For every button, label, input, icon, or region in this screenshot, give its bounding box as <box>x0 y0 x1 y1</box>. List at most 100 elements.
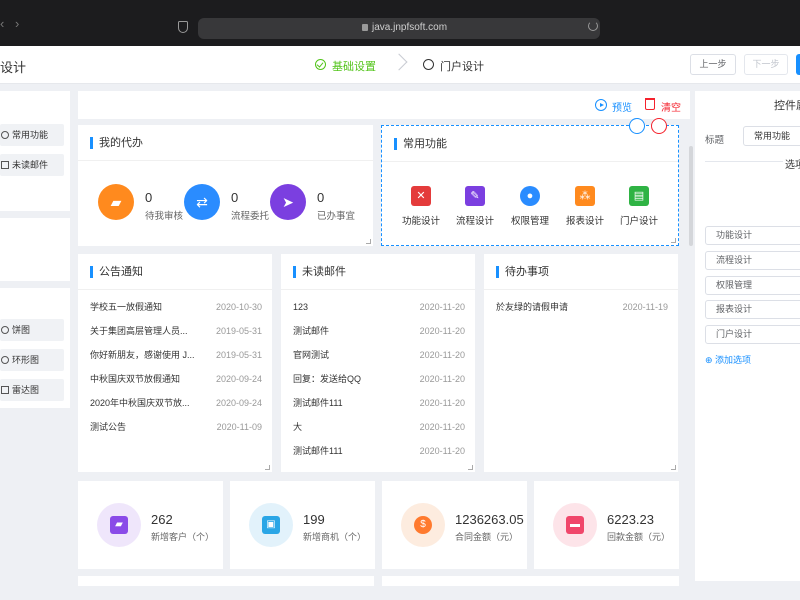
function-design-icon: ✕ <box>411 186 431 206</box>
ring-chart-icon <box>1 356 9 364</box>
resize-handle[interactable] <box>671 238 676 243</box>
preview-button[interactable]: 预览 <box>612 99 632 114</box>
list-item[interactable]: 123 2020-11-20 <box>293 300 465 314</box>
user-key-icon: ● <box>520 186 540 206</box>
list-item[interactable]: 测试公告 2020-11-09 <box>90 420 262 434</box>
card-partial <box>78 576 374 586</box>
mail-icon <box>1 161 9 169</box>
trash-icon[interactable] <box>645 98 655 110</box>
stat-card-contract-amount[interactable]: $ 1236263.05 合同金额（元） <box>382 481 527 569</box>
resize-handle[interactable] <box>265 465 270 470</box>
step-basic-settings[interactable]: 基础设置 <box>332 58 376 74</box>
item-date: 2020-11-20 <box>419 326 465 336</box>
todo-count: 0 <box>317 190 325 205</box>
list-item[interactable]: 官网测试 2020-11-20 <box>293 348 465 362</box>
notice-card[interactable]: 公告通知 学校五一放假通知 2020-10-30 关于集团高层管理人员... 201… <box>78 254 272 472</box>
card-header: 我的代办 <box>78 125 373 161</box>
item-date: 2020-11-19 <box>622 302 668 312</box>
step-portal-design[interactable]: 门户设计 <box>440 58 484 74</box>
item-title: 测试邮件 <box>293 326 330 336</box>
func-report-design[interactable]: ⁂ 报表设计 <box>560 186 610 227</box>
pending-items-card[interactable]: 待办事项 於友绿的请假申请 2020-11-19 <box>484 254 678 472</box>
item-date: 2020-11-20 <box>419 302 465 312</box>
list-item[interactable]: 关于集团高层管理人员... 2019-05-31 <box>90 324 262 338</box>
item-title: 测试公告 <box>90 422 127 432</box>
dollar-icon: $ <box>414 516 432 534</box>
list-item[interactable]: 学校五一放假通知 2020-10-30 <box>90 300 262 314</box>
list-item[interactable]: 於友绿的请假申请 2020-11-19 <box>496 300 668 314</box>
resize-handle[interactable] <box>366 239 371 244</box>
item-title: 2020年中秋国庆双节放... <box>90 398 190 408</box>
add-option-button[interactable]: ⊕ 添加选项 <box>705 353 751 366</box>
unread-mail-card[interactable]: 未读邮件 123 2020-11-20 测试邮件 2020-11-20 官网测试 20… <box>281 254 475 472</box>
item-title: 测试邮件111 <box>293 398 343 408</box>
list-item[interactable]: 中秋国庆双节放假通知 2020-09-24 <box>90 372 262 386</box>
item-date: 2020-11-20 <box>419 398 465 408</box>
list-item[interactable]: 测试邮件 2020-11-20 <box>293 324 465 338</box>
list-item[interactable]: 2020年中秋国庆双节放... 2020-09-24 <box>90 396 262 410</box>
todo-card[interactable]: 我的代办 ▰ 0 待我审核 ⇄ 0 流程委托 ➤ 0 已办事宜 <box>78 125 373 246</box>
list-item[interactable]: 大 2020-11-20 <box>293 420 465 434</box>
check-circle-icon <box>315 59 326 70</box>
component-panel-empty <box>0 218 70 281</box>
reload-icon[interactable] <box>588 21 598 31</box>
prev-step-button[interactable]: 上一步 <box>690 54 736 75</box>
next-step-button[interactable]: 下一步 <box>744 54 788 75</box>
option-input[interactable]: 报表设计 <box>705 300 800 319</box>
stat-label: 新增客户（个） <box>151 532 215 542</box>
options-section-title: 选项 <box>783 156 800 171</box>
handshake-icon: ⇄ <box>184 184 220 220</box>
list-item[interactable]: 测试邮件111 2020-11-20 <box>293 396 465 410</box>
designer-header: 设计 基础设置 门户设计 上一步 下一步 <box>0 46 800 84</box>
card-title: 公告通知 <box>99 266 143 278</box>
browser-toolbar: ‹ › java.jnpfsoft.com <box>0 0 800 46</box>
item-title: 关于集团高层管理人员... <box>90 326 188 336</box>
item-date: 2019-05-31 <box>215 350 262 360</box>
common-functions-card[interactable]: 常用功能 ✕ 功能设计 ✎ 流程设计 ● 权限管理 ⁂ 报表设计 ▤ 门户设计 <box>381 118 679 246</box>
stat-value: 199 <box>303 512 325 527</box>
list-item[interactable]: 你好新朋友，感谢使用 J... 2019-05-31 <box>90 348 262 362</box>
title-input[interactable]: 常用功能 <box>743 126 800 146</box>
component-pie-chart[interactable]: 饼图 <box>0 319 64 341</box>
item-title: 123 <box>293 302 309 312</box>
item-title: 你好新朋友，感谢使用 J... <box>90 350 195 360</box>
stat-card-opportunities[interactable]: ▣ 199 新增商机（个） <box>230 481 375 569</box>
item-title: 於友绿的请假申请 <box>496 302 569 312</box>
copy-icon[interactable] <box>629 118 645 134</box>
option-input[interactable]: 权限管理 <box>705 276 800 295</box>
forward-arrow-icon[interactable]: › <box>15 17 19 30</box>
scrollbar[interactable] <box>689 146 693 246</box>
stat-card-payment-amount[interactable]: ▬ 6223.23 回款金额（元） <box>534 481 679 569</box>
option-input[interactable]: 功能设计 <box>705 226 800 245</box>
play-circle-icon[interactable] <box>595 99 607 111</box>
func-permission[interactable]: ● 权限管理 <box>505 186 555 227</box>
resize-handle[interactable] <box>671 465 676 470</box>
list-item[interactable]: 测试邮件111 2020-11-20 <box>293 444 465 458</box>
card-title: 常用功能 <box>403 138 447 150</box>
item-title: 回复：发送给QQ <box>293 374 362 384</box>
clear-button[interactable]: 清空 <box>661 99 681 114</box>
delete-icon[interactable] <box>651 118 667 134</box>
portal-card-icon: ▤ <box>629 186 649 206</box>
option-input[interactable]: 门户设计 <box>705 325 800 344</box>
func-portal-design[interactable]: ▤ 门户设计 <box>614 186 664 227</box>
stat-card-customers[interactable]: ▰ 262 新增客户（个） <box>78 481 223 569</box>
shield-icon[interactable] <box>178 21 188 33</box>
lock-icon <box>362 24 368 31</box>
component-ring-chart[interactable]: 环形图 <box>0 349 64 371</box>
item-title: 测试邮件111 <box>293 446 343 456</box>
stat-label: 回款金额（元） <box>607 532 671 542</box>
item-title: 官网测试 <box>293 350 330 360</box>
func-function-design[interactable]: ✕ 功能设计 <box>396 186 446 227</box>
back-arrow-icon[interactable]: ‹ <box>0 17 4 30</box>
save-button[interactable] <box>796 54 800 75</box>
component-unread-mail[interactable]: 未读邮件 <box>0 154 64 176</box>
list-item[interactable]: 回复：发送给QQ 2020-11-20 <box>293 372 465 386</box>
resize-handle[interactable] <box>468 465 473 470</box>
component-radar-chart[interactable]: 雷达图 <box>0 379 64 401</box>
option-input[interactable]: 流程设计 <box>705 251 800 270</box>
toolbox-icon: ▣ <box>262 516 280 534</box>
component-common-functions[interactable]: 常用功能 <box>0 124 64 146</box>
func-flow-design[interactable]: ✎ 流程设计 <box>450 186 500 227</box>
func-label: 报表设计 <box>565 216 604 227</box>
